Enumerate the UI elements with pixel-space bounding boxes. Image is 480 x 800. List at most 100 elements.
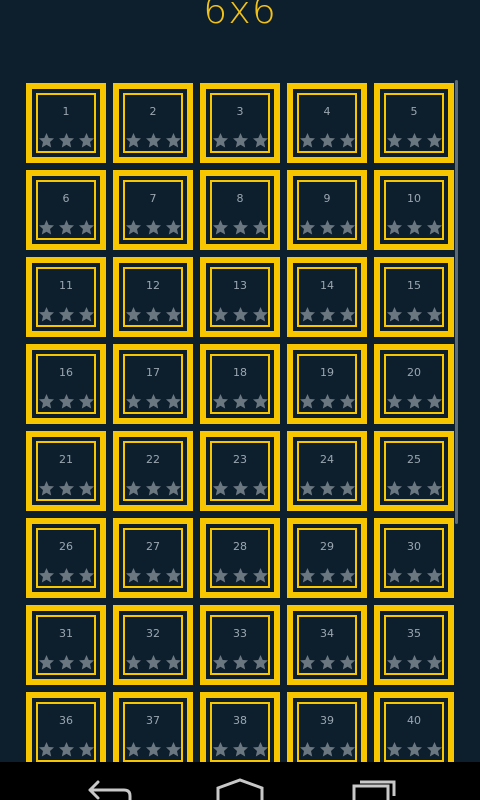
scrollbar[interactable]	[455, 80, 458, 524]
level-number: 1	[62, 105, 70, 118]
star-icon	[299, 219, 316, 236]
star-icon	[212, 654, 229, 671]
level-stars	[32, 741, 100, 758]
level-tile[interactable]: 40	[374, 692, 454, 772]
star-icon	[252, 567, 269, 584]
star-icon	[165, 741, 182, 758]
star-icon	[319, 567, 336, 584]
level-number: 36	[59, 714, 73, 727]
back-button[interactable]	[78, 778, 138, 800]
level-tile[interactable]: 9	[287, 170, 367, 250]
level-tile[interactable]: 13	[200, 257, 280, 337]
level-tile[interactable]: 18	[200, 344, 280, 424]
level-stars	[380, 306, 448, 323]
star-icon	[145, 654, 162, 671]
star-icon	[78, 654, 95, 671]
level-number: 19	[320, 366, 334, 379]
level-number: 14	[320, 279, 334, 292]
level-tile[interactable]: 1	[26, 83, 106, 163]
star-icon	[406, 393, 423, 410]
level-tile[interactable]: 31	[26, 605, 106, 685]
level-number: 2	[149, 105, 157, 118]
level-tile[interactable]: 10	[374, 170, 454, 250]
star-icon	[386, 306, 403, 323]
recents-button[interactable]	[344, 778, 404, 800]
star-icon	[426, 393, 443, 410]
level-tile[interactable]: 19	[287, 344, 367, 424]
star-icon	[165, 132, 182, 149]
system-nav-bar	[0, 762, 480, 800]
star-icon	[386, 132, 403, 149]
level-number: 18	[233, 366, 247, 379]
page-title: 6x6	[203, 0, 277, 32]
level-number: 35	[407, 627, 421, 640]
level-stars	[119, 567, 187, 584]
level-tile[interactable]: 12	[113, 257, 193, 337]
star-icon	[339, 219, 356, 236]
level-tile[interactable]: 30	[374, 518, 454, 598]
level-stars	[380, 132, 448, 149]
level-tile[interactable]: 20	[374, 344, 454, 424]
level-tile[interactable]: 24	[287, 431, 367, 511]
level-tile[interactable]: 25	[374, 431, 454, 511]
star-icon	[406, 567, 423, 584]
star-icon	[125, 306, 142, 323]
level-tile[interactable]: 33	[200, 605, 280, 685]
level-tile[interactable]: 28	[200, 518, 280, 598]
star-icon	[212, 480, 229, 497]
star-icon	[299, 741, 316, 758]
star-icon	[212, 393, 229, 410]
level-tile[interactable]: 22	[113, 431, 193, 511]
home-button[interactable]	[210, 778, 270, 800]
level-tile[interactable]: 3	[200, 83, 280, 163]
level-tile[interactable]: 5	[374, 83, 454, 163]
level-stars	[380, 654, 448, 671]
level-tile[interactable]: 34	[287, 605, 367, 685]
level-tile[interactable]: 26	[26, 518, 106, 598]
level-tile[interactable]: 2	[113, 83, 193, 163]
level-tile[interactable]: 37	[113, 692, 193, 772]
level-tile[interactable]: 16	[26, 344, 106, 424]
level-stars	[380, 741, 448, 758]
level-tile[interactable]: 15	[374, 257, 454, 337]
level-tile[interactable]: 36	[26, 692, 106, 772]
star-icon	[125, 219, 142, 236]
star-icon	[145, 306, 162, 323]
level-tile[interactable]: 35	[374, 605, 454, 685]
star-icon	[252, 306, 269, 323]
star-icon	[125, 480, 142, 497]
level-number: 29	[320, 540, 334, 553]
level-stars	[293, 741, 361, 758]
level-tile[interactable]: 21	[26, 431, 106, 511]
star-icon	[78, 567, 95, 584]
level-tile[interactable]: 8	[200, 170, 280, 250]
level-tile[interactable]: 4	[287, 83, 367, 163]
level-number: 13	[233, 279, 247, 292]
level-tile[interactable]: 6	[26, 170, 106, 250]
level-tile[interactable]: 27	[113, 518, 193, 598]
star-icon	[165, 654, 182, 671]
star-icon	[426, 654, 443, 671]
level-number: 40	[407, 714, 421, 727]
star-icon	[386, 480, 403, 497]
level-tile[interactable]: 32	[113, 605, 193, 685]
level-tile[interactable]: 7	[113, 170, 193, 250]
level-number: 15	[407, 279, 421, 292]
level-stars	[119, 132, 187, 149]
star-icon	[125, 654, 142, 671]
star-icon	[125, 567, 142, 584]
level-number: 32	[146, 627, 160, 640]
level-tile[interactable]: 38	[200, 692, 280, 772]
level-stars	[119, 306, 187, 323]
level-stars	[293, 567, 361, 584]
level-tile[interactable]: 39	[287, 692, 367, 772]
level-tile[interactable]: 11	[26, 257, 106, 337]
level-tile[interactable]: 29	[287, 518, 367, 598]
level-tile[interactable]: 23	[200, 431, 280, 511]
star-icon	[299, 393, 316, 410]
level-stars	[206, 480, 274, 497]
star-icon	[125, 393, 142, 410]
level-number: 39	[320, 714, 334, 727]
level-tile[interactable]: 14	[287, 257, 367, 337]
level-tile[interactable]: 17	[113, 344, 193, 424]
